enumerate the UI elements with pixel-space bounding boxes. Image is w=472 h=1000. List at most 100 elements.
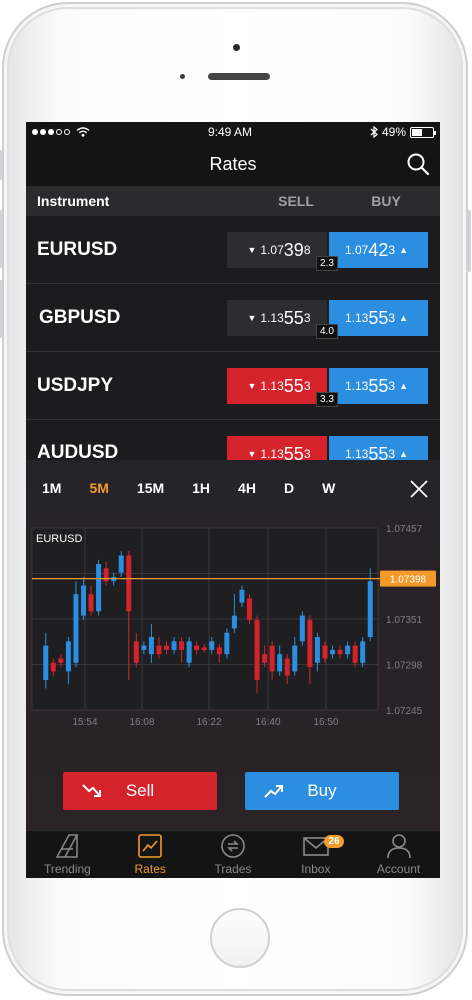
price-chart[interactable]: 1.074571.074041.073511.072981.0724515:54… [26, 520, 440, 740]
candle [96, 564, 102, 612]
candle [58, 658, 64, 663]
timeframe-1m[interactable]: 1M [42, 480, 61, 496]
volume-down-button [0, 280, 2, 338]
trending-icon [56, 834, 79, 858]
search-icon[interactable] [406, 152, 430, 176]
rates-icon [138, 834, 162, 858]
candle [322, 645, 328, 659]
candle [88, 594, 94, 612]
buy-price-prefix: 1.13 [345, 311, 369, 325]
tab-account[interactable]: Account [357, 831, 440, 878]
x-tick-label: 16:50 [313, 717, 338, 728]
account-icon [386, 834, 411, 859]
tab-rates[interactable]: Rates [109, 831, 192, 878]
buy-price-fraction: 3 [388, 379, 396, 393]
candle [247, 598, 252, 620]
candle [194, 645, 200, 650]
buy-price-pips: 55 [368, 375, 389, 396]
candle [330, 649, 335, 655]
y-tick-label: 1.07245 [386, 706, 423, 717]
signal-dot [64, 129, 70, 135]
sell-price-fraction: 8 [303, 243, 311, 257]
tab-trending[interactable]: Trending [26, 831, 109, 878]
timeframe-selector: 1M 5M 15M 1H 4H D W [26, 460, 440, 516]
trend-up-icon [264, 785, 283, 798]
down-arrow-icon: ▼ [247, 449, 257, 459]
buy-price-fraction: 3 [388, 311, 396, 325]
sell-button[interactable]: Sell [63, 772, 217, 810]
timeframe-5m[interactable]: 5M [89, 480, 108, 496]
rate-row-gbpusd[interactable]: GBPUSD ▼ 1.13 55 3 4.0 1.13 55 3 ▲ [26, 284, 440, 352]
buy-price-pips: 42 [368, 239, 389, 260]
trend-down-icon [82, 784, 101, 797]
home-button[interactable] [210, 908, 270, 968]
proximity-sensor [180, 74, 185, 79]
candle [171, 641, 177, 650]
sell-price-prefix: 1.13 [260, 311, 284, 325]
buy-price-button[interactable]: 1.13 55 3 ▲ [329, 368, 428, 404]
sell-price-pips: 55 [283, 375, 304, 396]
candle [73, 594, 79, 663]
buy-price-prefix: 1.07 [345, 243, 369, 257]
current-price-label: 1.07398 [390, 575, 427, 586]
sell-price-fraction: 3 [303, 311, 311, 325]
wifi-icon [76, 127, 90, 137]
close-icon[interactable] [410, 480, 428, 498]
trade-actions: Sell Buy [26, 772, 440, 810]
candle [126, 555, 132, 612]
candle [292, 645, 298, 672]
sell-price-prefix: 1.13 [260, 447, 284, 461]
candle [345, 645, 351, 655]
up-arrow-icon: ▲ [399, 381, 408, 391]
candle [103, 568, 109, 582]
buy-price-button[interactable]: 1.13 55 3 ▲ [329, 300, 428, 336]
signal-dot [48, 129, 54, 135]
chart-panel: 1M 5M 15M 1H 4H D W 1.074571.074041.073511.072… [26, 460, 440, 830]
candle [299, 615, 305, 642]
down-arrow-icon: ▼ [247, 313, 257, 323]
rates-table-header: Instrument SELL BUY [26, 186, 440, 216]
tab-label: Trades [214, 862, 252, 876]
candle [201, 647, 207, 650]
signal-indicator [32, 127, 90, 137]
sell-price-button[interactable]: ▼ 1.13 55 3 [227, 368, 327, 404]
instrument-name: EURUSD [37, 238, 118, 260]
buy-price-button[interactable]: 1.07 42 3 ▲ [329, 232, 428, 268]
instrument-name: GBPUSD [39, 306, 121, 328]
candle [216, 647, 222, 655]
rate-row-usdjpy[interactable]: USDJPY ▼ 1.13 55 3 3.3 1.13 55 3 ▲ [26, 352, 440, 420]
timeframe-4h[interactable]: 4H [238, 480, 256, 496]
down-arrow-icon: ▼ [247, 381, 257, 391]
candlestick-chart[interactable]: 1.074571.074041.073511.072981.0724515:54… [26, 520, 440, 740]
buy-price-pips: 55 [368, 307, 389, 328]
up-arrow-icon: ▲ [399, 245, 408, 255]
rate-row-eurusd[interactable]: EURUSD ▼ 1.07 39 8 2.3 1.07 42 3 ▲ [26, 216, 440, 284]
instrument-name: USDJPY [37, 374, 114, 396]
buy-button[interactable]: Buy [245, 772, 399, 810]
tab-inbox[interactable]: 26 Inbox [274, 831, 357, 878]
timeframe-w[interactable]: W [322, 480, 335, 496]
candle [239, 589, 245, 603]
signal-dot [40, 129, 46, 135]
bluetooth-icon [370, 126, 378, 138]
timeframe-1h[interactable]: 1H [192, 480, 210, 496]
sell-price-button[interactable]: ▼ 1.07 39 8 [227, 232, 327, 268]
sell-price-prefix: 1.13 [260, 379, 284, 393]
candle [141, 645, 147, 650]
app-screen: 9:49 AM 49% Rates Instrument SELL BUY EU… [26, 122, 440, 878]
y-tick-label: 1.07351 [386, 615, 423, 626]
candle [262, 654, 268, 663]
sell-price-button[interactable]: ▼ 1.13 55 3 [227, 300, 327, 336]
candle [164, 645, 169, 650]
sell-price-pips: 39 [283, 239, 304, 260]
candle [352, 645, 358, 663]
tab-trades[interactable]: Trades [192, 831, 275, 878]
timeframe-d[interactable]: D [284, 480, 294, 496]
buy-price-prefix: 1.13 [345, 447, 369, 461]
candle [148, 637, 154, 655]
timeframe-15m[interactable]: 15M [137, 480, 164, 496]
candle [186, 641, 192, 663]
candle [209, 641, 215, 650]
tab-label: Inbox [301, 862, 331, 876]
battery-percent: 49% [381, 125, 406, 139]
